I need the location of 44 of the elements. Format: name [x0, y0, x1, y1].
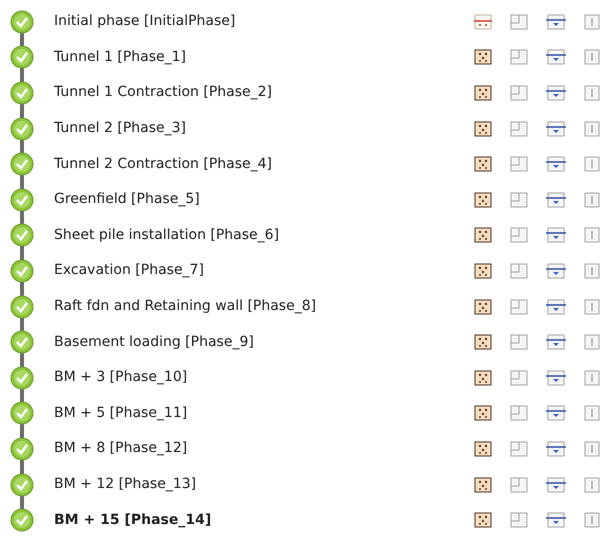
soil-block-icon[interactable] [474, 120, 492, 137]
soil-block-icon[interactable] [474, 227, 492, 244]
phase-label[interactable]: Tunnel 1 [Phase_1] [54, 46, 454, 68]
soil-block-icon[interactable] [474, 84, 492, 101]
water-level-icon[interactable] [546, 440, 566, 457]
soil-block-icon[interactable] [474, 298, 492, 315]
water-level-icon[interactable] [546, 227, 566, 244]
water-level-icon[interactable] [546, 334, 566, 350]
phase-label[interactable]: Tunnel 1 Contraction [Phase_2] [54, 82, 454, 104]
phase-label[interactable]: Greenfield [Phase_5] [54, 189, 454, 210]
water-level-icon[interactable] [546, 512, 566, 528]
water-level-icon[interactable] [546, 84, 566, 101]
water-level-icon[interactable] [546, 156, 566, 172]
water-level-icon[interactable] [546, 476, 566, 493]
phase-label[interactable]: BM + 12 [Phase_13] [54, 474, 454, 496]
water-level-icon[interactable] [546, 262, 566, 279]
water-level-icon[interactable] [546, 120, 566, 137]
soil-block-icon[interactable] [474, 440, 492, 457]
soil-block-icon[interactable] [474, 49, 492, 66]
phase-label[interactable]: Tunnel 2 Contraction [Phase_4] [54, 154, 454, 175]
phase-label[interactable]: BM + 15 [Phase_14] [54, 510, 454, 531]
soil-block-icon[interactable] [474, 262, 492, 279]
soil-block-icon[interactable] [474, 405, 492, 422]
phase-label[interactable]: BM + 8 [Phase_12] [54, 438, 454, 460]
phase-label[interactable]: Initial phase [InitialPhase] [54, 11, 454, 32]
water-level-icon[interactable] [546, 298, 566, 315]
phase-label[interactable]: BM + 5 [Phase_11] [54, 402, 454, 424]
water-level-icon[interactable] [546, 405, 566, 422]
phase-label[interactable]: Excavation [Phase_7] [54, 260, 454, 282]
soil-block-icon[interactable] [474, 512, 492, 528]
soil-block-icon[interactable] [474, 370, 492, 386]
soil-block-icon[interactable] [474, 476, 492, 493]
soil-block-icon[interactable] [474, 334, 492, 350]
water-level-icon[interactable] [546, 192, 566, 208]
phase-label[interactable]: Tunnel 2 [Phase_3] [54, 118, 454, 140]
phase-label[interactable]: BM + 3 [Phase_10] [54, 367, 454, 388]
phase-label[interactable]: Sheet pile installation [Phase_6] [54, 224, 454, 246]
water-level-icon[interactable] [546, 14, 566, 30]
water-level-icon[interactable] [546, 49, 566, 66]
phase-label[interactable]: Raft fdn and Retaining wall [Phase_8] [54, 296, 454, 318]
soil-block-icon[interactable] [474, 192, 492, 208]
soil-block-icon[interactable] [474, 156, 492, 172]
phase-label[interactable]: Basement loading [Phase_9] [54, 332, 454, 353]
water-level-icon[interactable] [546, 370, 566, 386]
